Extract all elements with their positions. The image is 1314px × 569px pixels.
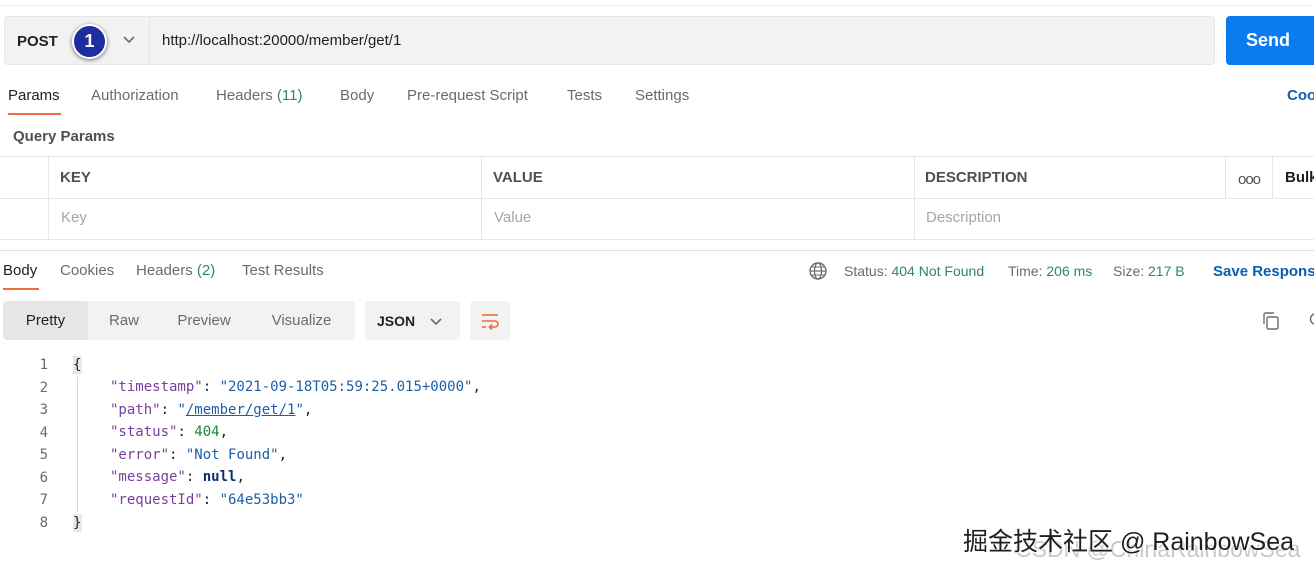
response-tab-headers-label: Headers <box>136 262 193 279</box>
json-key: "requestId" <box>110 492 203 508</box>
table-border-mid <box>0 198 1314 199</box>
response-divider <box>0 250 1314 251</box>
response-tab-test-results[interactable]: Test Results <box>242 262 324 279</box>
code-link[interactable]: Coo <box>1287 87 1314 104</box>
bulk-edit-button[interactable]: Bulk <box>1285 169 1314 186</box>
tab-headers[interactable]: Headers (11) <box>216 87 302 104</box>
tab-params[interactable]: Params <box>8 87 60 104</box>
response-tab-body[interactable]: Body <box>3 262 37 279</box>
description-input[interactable]: Description <box>926 209 1001 226</box>
line-number: 2 <box>39 380 48 396</box>
json-key: "message" <box>110 469 186 485</box>
more-options-icon[interactable]: ooo <box>1238 171 1261 188</box>
table-col-divider <box>1225 156 1226 198</box>
table-border-bottom <box>0 239 1314 240</box>
line-number: 6 <box>39 470 48 486</box>
line-number: 3 <box>39 402 48 418</box>
size-readout: Size: 217 B <box>1113 263 1185 279</box>
json-key: "error" <box>110 447 170 463</box>
tab-authorization[interactable]: Authorization <box>91 87 179 104</box>
size-value: 217 B <box>1148 263 1185 279</box>
view-raw-button[interactable]: Raw <box>88 301 160 340</box>
json-open-brace: { <box>73 356 82 374</box>
json-value: 404 <box>194 424 220 440</box>
method-label: POST <box>17 33 58 50</box>
top-divider <box>0 5 1314 6</box>
line-number: 5 <box>39 447 48 463</box>
tab-params-underline <box>8 113 61 115</box>
json-line-error: "error": "Not Found", <box>110 447 288 463</box>
response-tab-body-underline <box>3 288 39 290</box>
tab-tests[interactable]: Tests <box>567 87 602 104</box>
json-key: "status" <box>110 424 178 440</box>
json-value-link[interactable]: /member/get/1 <box>186 402 296 418</box>
indent-guide <box>77 377 78 512</box>
response-tab-cookies[interactable]: Cookies <box>60 262 114 279</box>
json-value: "64e53bb3" <box>219 492 304 508</box>
tab-headers-count: (11) <box>276 87 303 104</box>
json-key: "timestamp" <box>110 379 203 395</box>
column-header-key: KEY <box>60 169 91 186</box>
view-mode-segmented-control: Pretty Raw Preview Visualize <box>3 301 355 340</box>
globe-icon[interactable] <box>808 261 828 281</box>
time-label: Time: <box>1008 263 1043 279</box>
method-select[interactable]: POST 1 <box>5 17 150 64</box>
wrap-lines-button[interactable] <box>470 301 510 340</box>
send-button[interactable]: Send <box>1226 16 1314 65</box>
save-response-button[interactable]: Save Respons <box>1213 263 1314 280</box>
json-line-path: "path": "/member/get/1", <box>110 402 313 418</box>
table-border-top <box>0 156 1314 157</box>
line-number: 8 <box>39 515 48 531</box>
status-readout: Status: 404 Not Found <box>844 263 984 279</box>
column-header-description: DESCRIPTION <box>925 169 1028 186</box>
view-preview-button[interactable]: Preview <box>160 301 248 340</box>
watermark-primary: 掘金技术社区 @ RainbowSea <box>963 528 1295 556</box>
send-button-label: Send <box>1246 30 1291 50</box>
tab-settings[interactable]: Settings <box>635 87 689 104</box>
line-number: 1 <box>39 357 48 373</box>
view-visualize-button[interactable]: Visualize <box>248 301 355 340</box>
format-label: JSON <box>377 313 416 329</box>
json-line-timestamp: "timestamp": "2021-09-18T05:59:25.015+00… <box>110 379 481 395</box>
wrap-lines-icon <box>482 314 499 331</box>
search-icon[interactable] <box>1308 311 1314 331</box>
json-line-status: "status": 404, <box>110 424 229 440</box>
json-value: "2021-09-18T05:59:25.015+0000" <box>219 379 473 395</box>
table-col-divider <box>481 156 482 239</box>
json-close-brace: } <box>73 514 82 532</box>
table-col-divider <box>48 156 49 239</box>
query-params-title: Query Params <box>13 128 115 145</box>
time-value: 206 ms <box>1046 263 1093 279</box>
value-input[interactable]: Value <box>494 209 531 226</box>
url-input[interactable]: http://localhost:20000/member/get/1 <box>162 32 401 49</box>
size-label: Size: <box>1113 263 1145 279</box>
json-key: "path" <box>110 402 161 418</box>
view-pretty-button[interactable]: Pretty <box>3 301 88 340</box>
tab-body[interactable]: Body <box>340 87 374 104</box>
format-select[interactable]: JSON <box>365 301 460 340</box>
step-marker-badge: 1 <box>72 24 107 59</box>
status-label: Status: <box>844 263 888 279</box>
line-number: 7 <box>39 492 48 508</box>
table-col-divider <box>1272 156 1273 198</box>
tab-headers-label: Headers <box>216 87 273 104</box>
chevron-down-icon <box>430 318 442 326</box>
time-readout: Time: 206 ms <box>1008 263 1092 279</box>
json-value: "Not Found" <box>185 447 279 463</box>
json-line-requestid: "requestId": "64e53bb3" <box>110 492 304 508</box>
line-number: 4 <box>39 425 48 441</box>
response-tab-headers-count: (2) <box>196 262 216 279</box>
status-value: 404 Not Found <box>891 263 985 279</box>
chevron-down-icon[interactable] <box>122 32 136 46</box>
column-header-value: VALUE <box>493 169 543 186</box>
copy-icon[interactable] <box>1261 311 1281 331</box>
json-value: null <box>202 469 237 485</box>
key-input[interactable]: Key <box>61 209 87 226</box>
response-tab-headers[interactable]: Headers (2) <box>136 262 215 279</box>
tab-prerequest-script[interactable]: Pre-request Script <box>407 87 528 104</box>
json-line-message: "message": null, <box>110 469 245 485</box>
url-bar: POST 1 http://localhost:20000/member/get… <box>4 16 1215 65</box>
table-col-divider <box>914 156 915 239</box>
